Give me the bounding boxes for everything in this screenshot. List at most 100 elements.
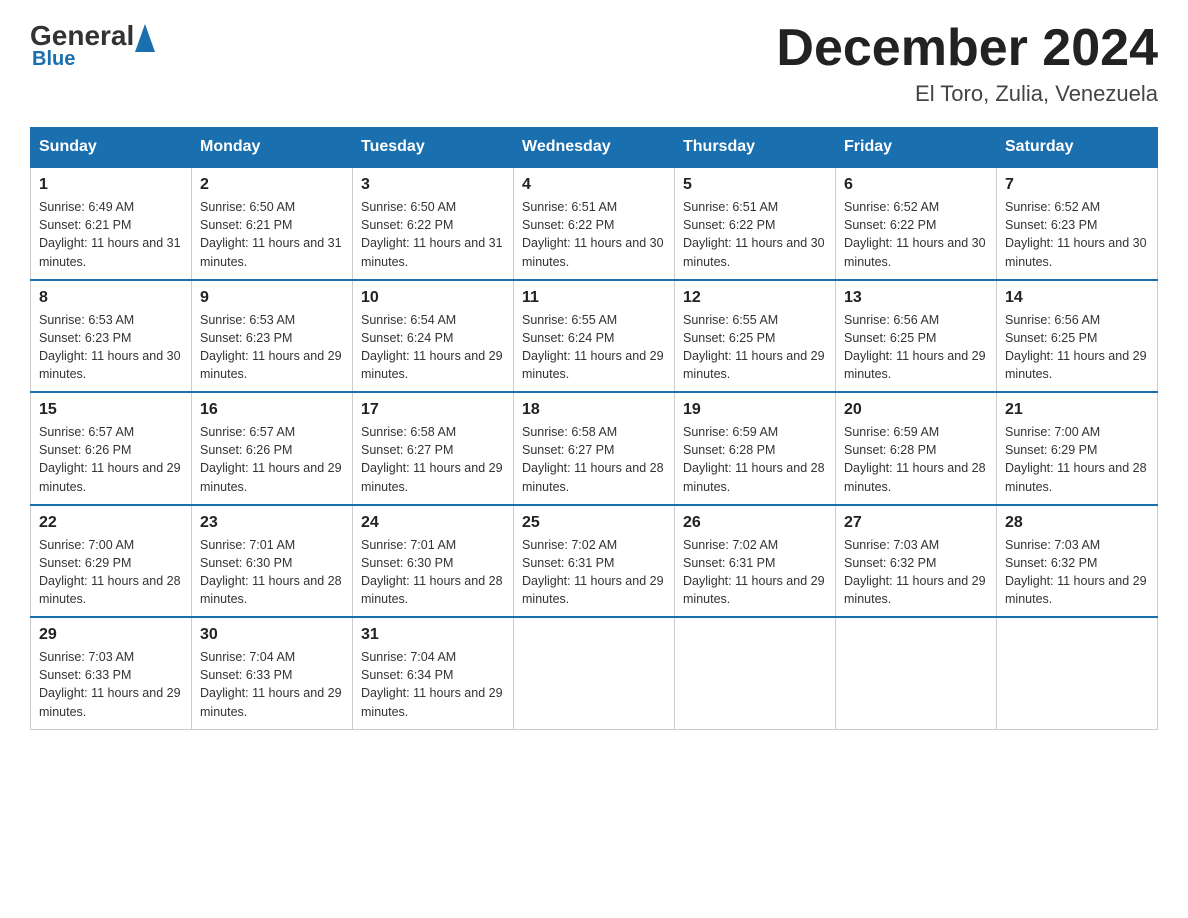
calendar-day-cell: 11 Sunrise: 6:55 AMSunset: 6:24 PMDayligh… (514, 280, 675, 393)
logo-blue-text: Blue (30, 48, 75, 71)
calendar-day-cell: 17Sunrise: 6:58 AMSunset: 6:27 PMDayligh… (353, 392, 514, 505)
calendar-day-cell: 7 Sunrise: 6:52 AMSunset: 6:23 PMDaylight… (997, 167, 1158, 280)
calendar-day-cell: 31 Sunrise: 7:04 AMSunset: 6:34 PMDayligh… (353, 617, 514, 729)
logo-icon (135, 20, 155, 52)
col-wednesday: Wednesday (514, 128, 675, 168)
calendar-day-cell: 20 Sunrise: 6:59 AMSunset: 6:28 PMDayligh… (836, 392, 997, 505)
calendar-week-row: 15 Sunrise: 6:57 AMSunset: 6:26 PMDayligh… (31, 392, 1158, 505)
day-info: Sunrise: 6:53 AMSunset: 6:23 PMDaylight:… (39, 313, 181, 381)
calendar-week-row: 22 Sunrise: 7:00 AMSunset: 6:29 PMDayligh… (31, 505, 1158, 618)
calendar-week-row: 29 Sunrise: 7:03 AMSunset: 6:33 PMDayligh… (31, 617, 1158, 729)
day-number: 23 (200, 514, 344, 532)
day-info: Sunrise: 7:04 AMSunset: 6:33 PMDaylight:… (200, 650, 342, 718)
day-number: 17 (361, 401, 505, 419)
day-info: Sunrise: 7:01 AMSunset: 6:30 PMDaylight:… (200, 538, 342, 606)
calendar-day-cell: 29 Sunrise: 7:03 AMSunset: 6:33 PMDayligh… (31, 617, 192, 729)
calendar-day-cell: 6 Sunrise: 6:52 AMSunset: 6:22 PMDaylight… (836, 167, 997, 280)
calendar-day-cell: 4 Sunrise: 6:51 AMSunset: 6:22 PMDaylight… (514, 167, 675, 280)
calendar-day-cell: 8 Sunrise: 6:53 AMSunset: 6:23 PMDaylight… (31, 280, 192, 393)
day-number: 29 (39, 626, 183, 644)
day-number: 22 (39, 514, 183, 532)
calendar-day-cell: 5 Sunrise: 6:51 AMSunset: 6:22 PMDaylight… (675, 167, 836, 280)
calendar-day-cell: 25 Sunrise: 7:02 AMSunset: 6:31 PMDayligh… (514, 505, 675, 618)
day-info: Sunrise: 6:50 AMSunset: 6:22 PMDaylight:… (361, 200, 503, 268)
day-info: Sunrise: 7:02 AMSunset: 6:31 PMDaylight:… (683, 538, 825, 606)
calendar-day-cell: 23 Sunrise: 7:01 AMSunset: 6:30 PMDayligh… (192, 505, 353, 618)
day-number: 3 (361, 176, 505, 194)
day-number: 20 (844, 401, 988, 419)
day-info: Sunrise: 6:59 AMSunset: 6:28 PMDaylight:… (844, 425, 986, 493)
calendar-day-cell: 15 Sunrise: 6:57 AMSunset: 6:26 PMDayligh… (31, 392, 192, 505)
day-number: 27 (844, 514, 988, 532)
day-info: Sunrise: 6:52 AMSunset: 6:22 PMDaylight:… (844, 200, 986, 268)
day-number: 16 (200, 401, 344, 419)
calendar-day-cell: 14Sunrise: 6:56 AMSunset: 6:25 PMDayligh… (997, 280, 1158, 393)
day-info: Sunrise: 7:00 AMSunset: 6:29 PMDaylight:… (1005, 425, 1147, 493)
day-info: Sunrise: 7:04 AMSunset: 6:34 PMDaylight:… (361, 650, 503, 718)
calendar-week-row: 8 Sunrise: 6:53 AMSunset: 6:23 PMDaylight… (31, 280, 1158, 393)
day-info: Sunrise: 6:57 AMSunset: 6:26 PMDaylight:… (39, 425, 181, 493)
calendar-day-cell: 19 Sunrise: 6:59 AMSunset: 6:28 PMDayligh… (675, 392, 836, 505)
calendar-week-row: 1 Sunrise: 6:49 AMSunset: 6:21 PMDaylight… (31, 167, 1158, 280)
page-header: General Blue December 2024 El Toro, Zuli… (30, 20, 1158, 107)
day-info: Sunrise: 6:55 AMSunset: 6:25 PMDaylight:… (683, 313, 825, 381)
day-info: Sunrise: 6:50 AMSunset: 6:21 PMDaylight:… (200, 200, 342, 268)
calendar-day-cell (514, 617, 675, 729)
day-number: 6 (844, 176, 988, 194)
logo-general-text: General (30, 22, 134, 50)
day-info: Sunrise: 7:03 AMSunset: 6:32 PMDaylight:… (1005, 538, 1147, 606)
calendar-day-cell: 16 Sunrise: 6:57 AMSunset: 6:26 PMDayligh… (192, 392, 353, 505)
title-section: December 2024 El Toro, Zulia, Venezuela (776, 20, 1158, 107)
day-info: Sunrise: 6:57 AMSunset: 6:26 PMDaylight:… (200, 425, 342, 493)
day-number: 9 (200, 289, 344, 307)
day-info: Sunrise: 6:55 AMSunset: 6:24 PMDaylight:… (522, 313, 664, 381)
day-number: 7 (1005, 176, 1149, 194)
day-info: Sunrise: 6:51 AMSunset: 6:22 PMDaylight:… (683, 200, 825, 268)
day-number: 26 (683, 514, 827, 532)
calendar-header-row: Sunday Monday Tuesday Wednesday Thursday… (31, 128, 1158, 168)
calendar-day-cell: 27Sunrise: 7:03 AMSunset: 6:32 PMDayligh… (836, 505, 997, 618)
day-info: Sunrise: 6:51 AMSunset: 6:22 PMDaylight:… (522, 200, 664, 268)
calendar-day-cell: 9Sunrise: 6:53 AMSunset: 6:23 PMDaylight… (192, 280, 353, 393)
day-info: Sunrise: 6:59 AMSunset: 6:28 PMDaylight:… (683, 425, 825, 493)
day-info: Sunrise: 7:02 AMSunset: 6:31 PMDaylight:… (522, 538, 664, 606)
calendar-day-cell: 18 Sunrise: 6:58 AMSunset: 6:27 PMDayligh… (514, 392, 675, 505)
day-number: 24 (361, 514, 505, 532)
calendar-day-cell: 1 Sunrise: 6:49 AMSunset: 6:21 PMDaylight… (31, 167, 192, 280)
calendar-day-cell (836, 617, 997, 729)
day-number: 19 (683, 401, 827, 419)
day-number: 18 (522, 401, 666, 419)
day-number: 15 (39, 401, 183, 419)
day-info: Sunrise: 6:49 AMSunset: 6:21 PMDaylight:… (39, 200, 181, 268)
location-title: El Toro, Zulia, Venezuela (776, 81, 1158, 107)
day-number: 5 (683, 176, 827, 194)
day-info: Sunrise: 7:03 AMSunset: 6:33 PMDaylight:… (39, 650, 181, 718)
calendar-table: Sunday Monday Tuesday Wednesday Thursday… (30, 127, 1158, 730)
day-number: 8 (39, 289, 183, 307)
day-info: Sunrise: 7:01 AMSunset: 6:30 PMDaylight:… (361, 538, 503, 606)
day-number: 1 (39, 176, 183, 194)
day-number: 13 (844, 289, 988, 307)
day-number: 21 (1005, 401, 1149, 419)
day-number: 2 (200, 176, 344, 194)
day-info: Sunrise: 6:58 AMSunset: 6:27 PMDaylight:… (522, 425, 664, 493)
day-info: Sunrise: 6:56 AMSunset: 6:25 PMDaylight:… (844, 313, 986, 381)
calendar-day-cell: 10Sunrise: 6:54 AMSunset: 6:24 PMDayligh… (353, 280, 514, 393)
col-thursday: Thursday (675, 128, 836, 168)
day-info: Sunrise: 6:52 AMSunset: 6:23 PMDaylight:… (1005, 200, 1147, 268)
day-number: 25 (522, 514, 666, 532)
day-info: Sunrise: 7:00 AMSunset: 6:29 PMDaylight:… (39, 538, 181, 606)
day-info: Sunrise: 6:54 AMSunset: 6:24 PMDaylight:… (361, 313, 503, 381)
calendar-day-cell: 2 Sunrise: 6:50 AMSunset: 6:21 PMDaylight… (192, 167, 353, 280)
day-number: 4 (522, 176, 666, 194)
col-friday: Friday (836, 128, 997, 168)
logo: General Blue (30, 20, 156, 71)
day-number: 11 (522, 289, 666, 307)
day-number: 12 (683, 289, 827, 307)
calendar-day-cell (997, 617, 1158, 729)
day-number: 30 (200, 626, 344, 644)
calendar-day-cell: 22 Sunrise: 7:00 AMSunset: 6:29 PMDayligh… (31, 505, 192, 618)
day-number: 31 (361, 626, 505, 644)
col-tuesday: Tuesday (353, 128, 514, 168)
col-monday: Monday (192, 128, 353, 168)
